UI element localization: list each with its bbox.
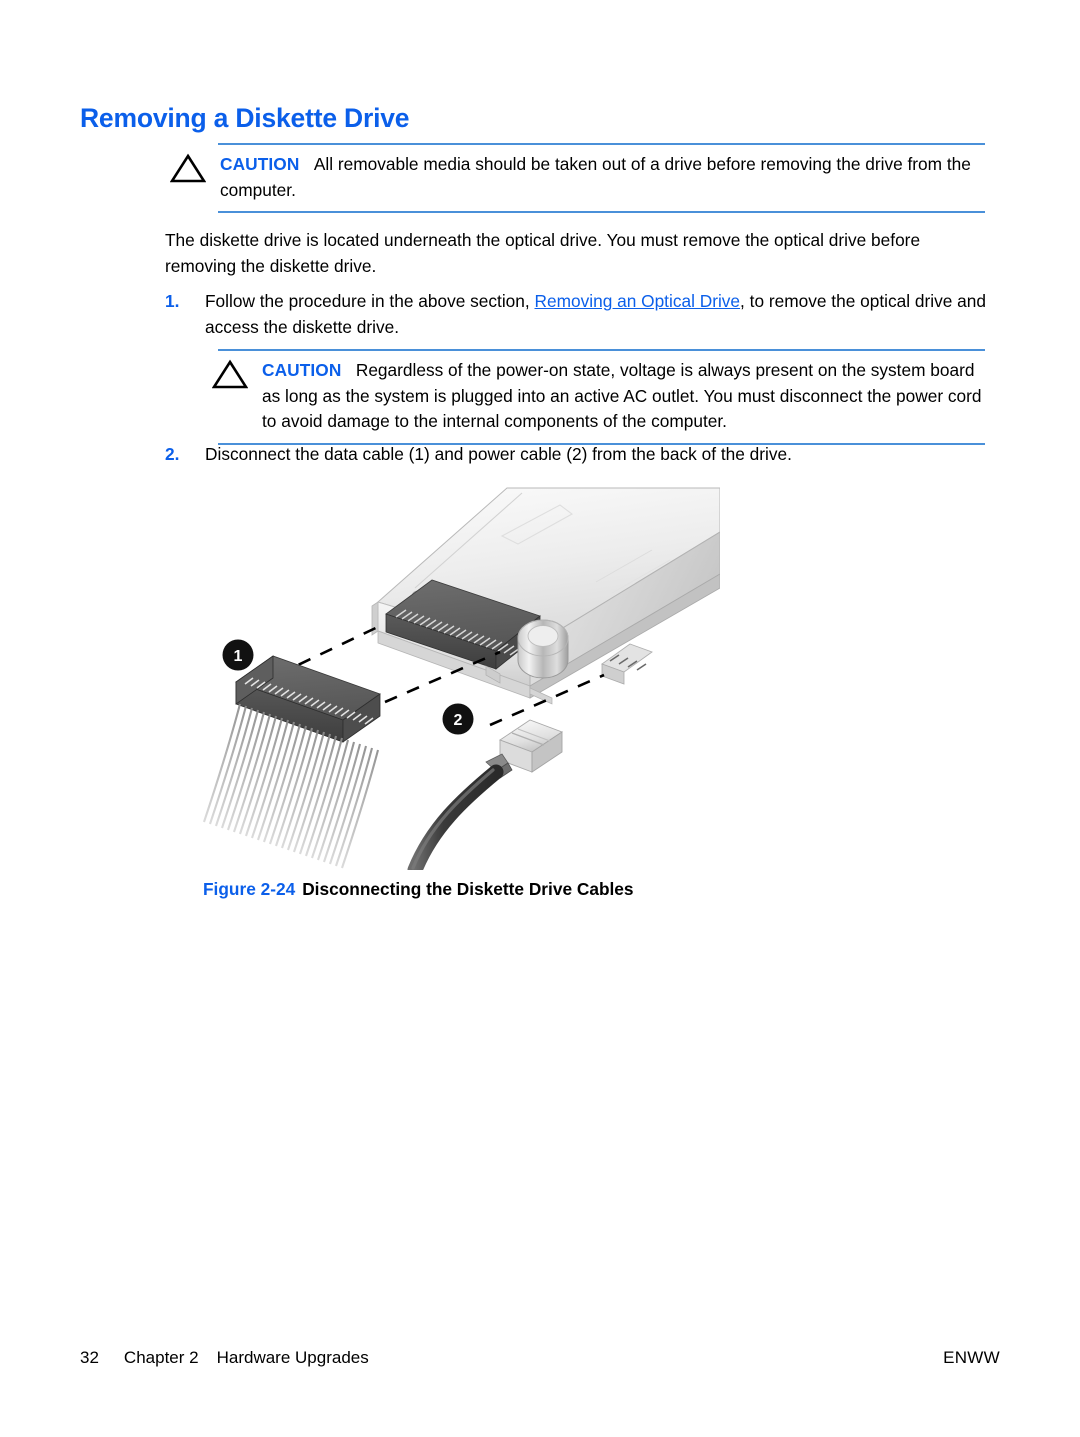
- callout-badge-1: 1: [222, 639, 254, 671]
- svg-text:1: 1: [234, 648, 243, 665]
- power-cord: [407, 764, 504, 870]
- caution-text: CAUTION Regardless of the power-on state…: [262, 358, 985, 435]
- svg-text:2: 2: [454, 712, 463, 729]
- intro-paragraph: The diskette drive is located underneath…: [165, 230, 921, 276]
- caution-body: CAUTION All removable media should be ta…: [169, 145, 985, 207]
- callout-badge-2: 2: [442, 703, 474, 735]
- document-page: Removing a Diskette Drive CAUTION All re…: [0, 0, 1080, 1437]
- caution-label: CAUTION: [220, 154, 300, 174]
- caution-text: CAUTION All removable media should be ta…: [220, 152, 985, 203]
- caution-triangle-icon: [211, 359, 249, 389]
- step-text: Disconnect the data cable (1) and power …: [205, 444, 792, 464]
- footer-chapter-title: Hardware Upgrades: [216, 1348, 369, 1367]
- caution-block-1: CAUTION All removable media should be ta…: [169, 143, 985, 213]
- footer-page-number: 32: [80, 1348, 99, 1367]
- figure-title: Disconnecting the Diskette Drive Cables: [302, 879, 634, 899]
- caution-label: CAUTION: [262, 360, 342, 380]
- figure-number: Figure 2-24: [203, 879, 296, 899]
- caution-body: CAUTION Regardless of the power-on state…: [170, 351, 985, 439]
- figure-caption: Figure 2-24 Disconnecting the Diskette Dr…: [203, 879, 634, 900]
- link-removing-an-optical-drive[interactable]: Removing an Optical Drive: [535, 291, 741, 311]
- step-text-before-link: Follow the procedure in the above sectio…: [205, 291, 535, 311]
- step-marker: 1.: [165, 291, 180, 311]
- caution-triangle-icon: [169, 153, 207, 183]
- footer-left: 32 Chapter 2 Hardware Upgrades: [80, 1348, 369, 1368]
- step-text: Follow the procedure in the above sectio…: [205, 289, 990, 340]
- figure-illustration: 1 2: [200, 470, 720, 870]
- footer-locale: ENWW: [943, 1348, 1000, 1367]
- procedure-step-1: 1. Follow the procedure in the above sec…: [165, 289, 990, 340]
- diskette-drive-diagram: 1 2: [203, 487, 720, 870]
- page-title: Removing a Diskette Drive: [80, 103, 410, 133]
- page-footer: 32 Chapter 2 Hardware Upgrades ENWW: [80, 1348, 1000, 1368]
- caution-message: All removable media should be taken out …: [220, 154, 971, 200]
- caution-message: Regardless of the power-on state, voltag…: [262, 360, 982, 431]
- procedure-step-2: 2. Disconnect the data cable (1) and pow…: [165, 442, 990, 468]
- caution-block-2: CAUTION Regardless of the power-on state…: [170, 349, 985, 445]
- caution-rule-bottom: [218, 211, 985, 213]
- step-marker: 2.: [165, 444, 180, 464]
- footer-chapter: Chapter 2: [123, 1348, 199, 1367]
